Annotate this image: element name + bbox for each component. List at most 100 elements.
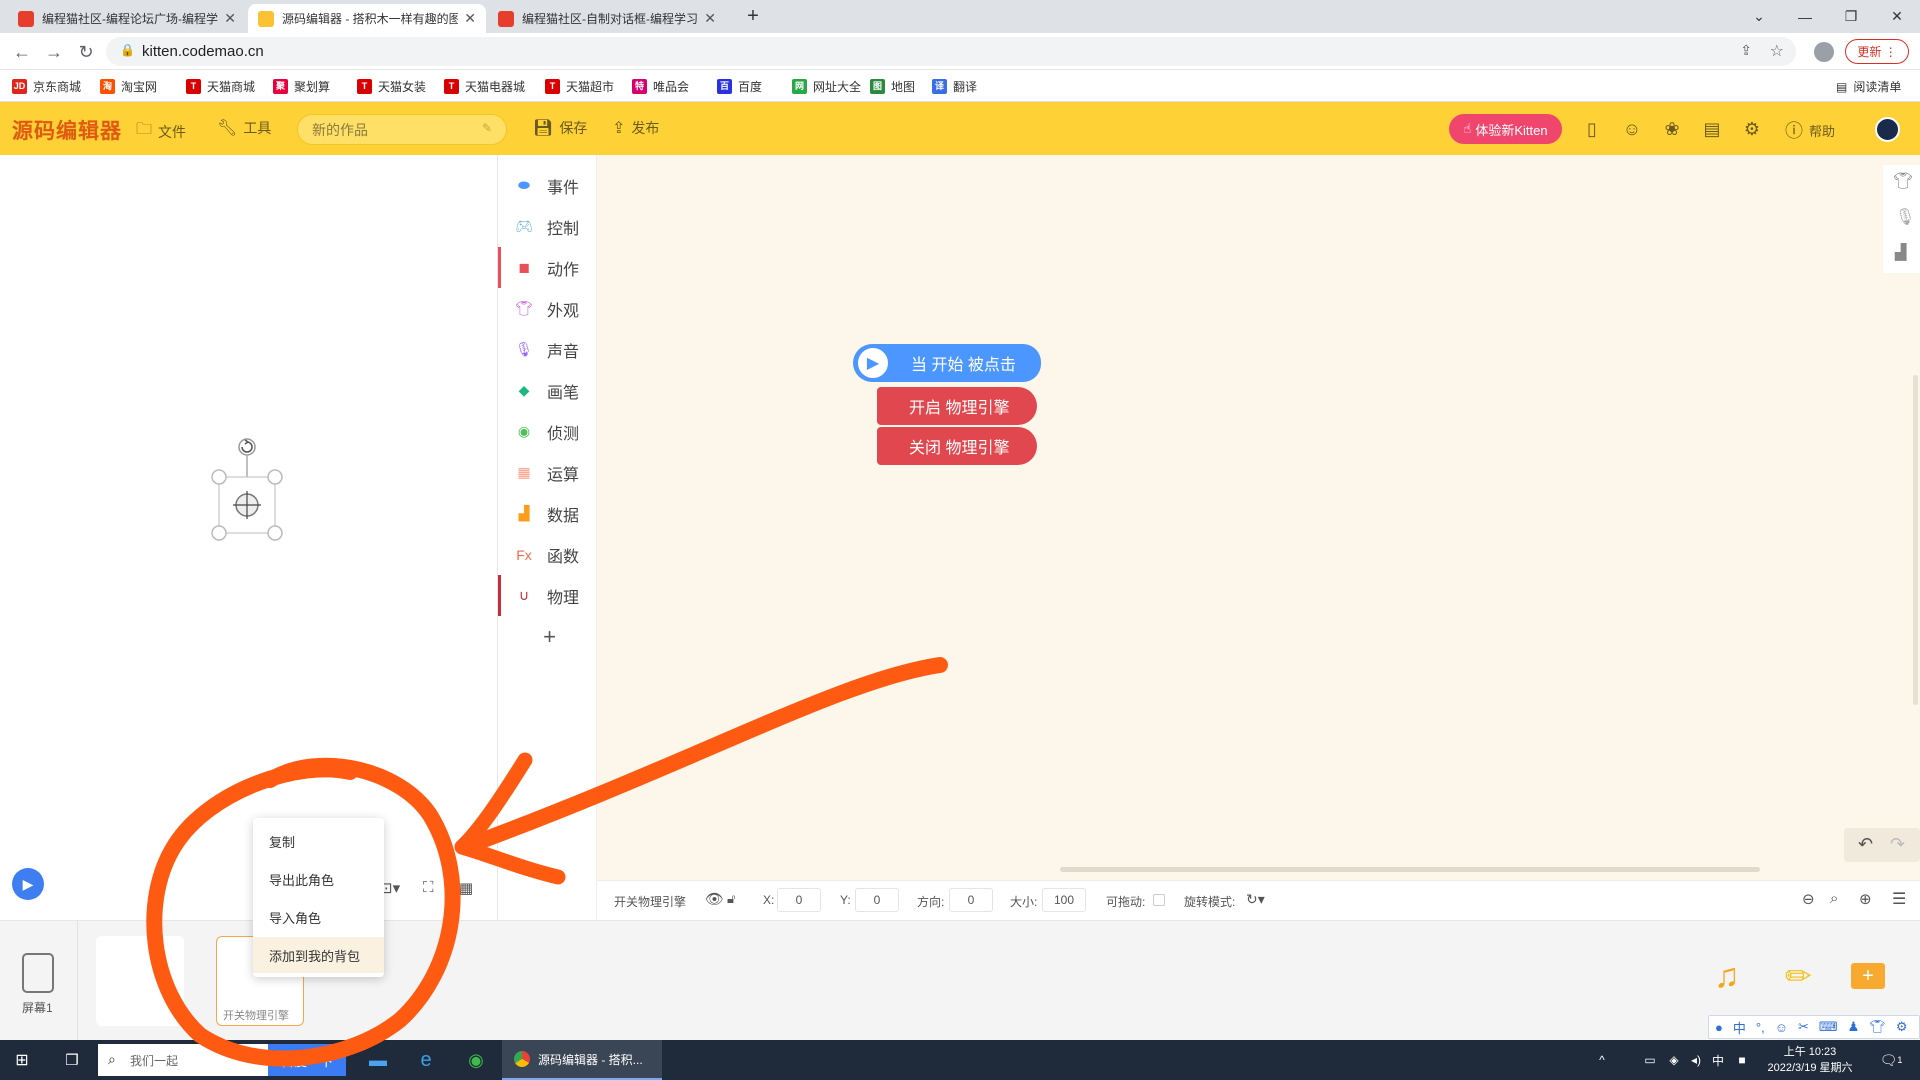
size-input[interactable]: 100 — [1042, 888, 1086, 912]
tab-search-icon[interactable]: ⌄ — [1736, 0, 1782, 33]
run-play-button[interactable]: ▶ — [12, 868, 44, 900]
category-3[interactable]: 👕︎ 外观 — [498, 288, 598, 329]
context-menu-item-3[interactable]: 添加到我的背包 — [253, 937, 384, 973]
speaker-icon[interactable]: ◂) — [1686, 1040, 1706, 1080]
back-arrow-icon[interactable]: ← — [10, 40, 34, 64]
bookmark-1[interactable]: 淘淘宝网 — [100, 78, 157, 95]
robot-icon[interactable]: ☺ — [1620, 117, 1644, 141]
category-6[interactable]: ◉ 侦测 — [498, 411, 598, 452]
new-tab-button[interactable]: + — [730, 0, 776, 33]
fullscreen-icon[interactable]: ⛶ — [423, 879, 434, 896]
network-icon[interactable]: ▭ — [1640, 1040, 1660, 1080]
add-folder-icon[interactable]: + — [1851, 963, 1885, 989]
close-icon[interactable]: ✕ — [224, 10, 236, 27]
redo-icon[interactable]: ↷ — [1890, 834, 1905, 855]
category-1[interactable]: 🎮︎ 控制 — [498, 206, 598, 247]
close-icon[interactable]: ✕ — [464, 10, 476, 27]
forward-arrow-icon[interactable]: → — [42, 40, 66, 64]
category-10[interactable]: ∪ 物理 — [498, 575, 598, 616]
gear-icon[interactable]: ⚙ — [1740, 117, 1764, 141]
bookmark-3[interactable]: 聚聚划算 — [273, 78, 330, 95]
ie-browser-icon[interactable]: e — [404, 1040, 448, 1080]
sprite-card-empty[interactable] — [96, 936, 184, 1026]
url-input[interactable]: 🔒 kitten.codemao.cn ⇪ ☆ — [106, 37, 1796, 66]
music-note-icon[interactable]: ♫ — [1714, 957, 1740, 996]
enable-physics-block[interactable]: 开启 物理引擎 — [877, 387, 1037, 425]
screen-tablet-icon[interactable] — [22, 953, 54, 993]
sogou-tray-icon[interactable]: ■ — [1732, 1040, 1752, 1080]
help-button[interactable]: ⓘ 帮助 — [1785, 117, 1835, 143]
visibility-eye-icon[interactable]: 👁︎ — [705, 890, 724, 908]
category-9[interactable]: Fx 函数 — [498, 534, 598, 575]
window-close-button[interactable]: ✕ — [1874, 0, 1920, 33]
save-button[interactable]: 💾︎ 保存 — [533, 118, 587, 138]
horizontal-scrollbar[interactable] — [1060, 867, 1760, 872]
minimize-button[interactable]: — — [1782, 0, 1828, 33]
zoom-reset-icon[interactable]: ⌕ — [1830, 890, 1838, 907]
bookmark-5[interactable]: T 天猫电器城 — [444, 78, 525, 95]
shield-icon[interactable]: ◈ — [1664, 1040, 1684, 1080]
baidu-search-button[interactable]: 百度一下 — [268, 1044, 346, 1076]
menu-lines-icon[interactable]: ☰ — [1892, 889, 1906, 909]
grid-icon[interactable]: ▦ — [459, 879, 473, 897]
sound-mic-icon[interactable]: 🎙︎ — [1895, 207, 1915, 227]
disable-physics-block[interactable]: 关闭 物理引擎 — [877, 427, 1037, 465]
lock-icon[interactable]: 🔓︎ — [727, 891, 735, 907]
zoom-in-icon[interactable]: ⊕ — [1859, 890, 1872, 908]
taskbar-search-input[interactable]: ⌕ 我们一起 — [98, 1044, 268, 1076]
profile-avatar-icon[interactable] — [1812, 40, 1836, 64]
costume-shirt-icon[interactable]: 👕︎ — [1893, 171, 1913, 191]
category-2[interactable]: ◼ 动作 — [498, 247, 598, 288]
bookmark-8[interactable]: 百百度 — [717, 78, 762, 95]
community-icon[interactable]: ❀ — [1660, 117, 1684, 141]
share-icon[interactable]: ⇪ — [1740, 42, 1752, 59]
task-view-icon[interactable]: ❒ — [50, 1040, 94, 1080]
close-icon[interactable]: ✕ — [704, 10, 716, 27]
app-logo[interactable]: 源码编辑器 — [12, 115, 122, 145]
undo-icon[interactable]: ↶ — [1858, 834, 1873, 855]
bookmark-9[interactable]: 网网址大全 — [792, 78, 861, 95]
bookmark-7[interactable]: 特唯品会 — [632, 78, 689, 95]
calendar-icon[interactable]: ▤ — [1700, 117, 1724, 141]
file-explorer-icon[interactable]: ▬ — [356, 1040, 400, 1080]
sprite-transform-handles[interactable] — [207, 435, 287, 550]
rotation-mode-dropdown[interactable]: ↻▾ — [1246, 891, 1265, 908]
file-menu-button[interactable]: 🗀 文件 — [136, 118, 186, 145]
x-input[interactable]: 0 — [777, 888, 821, 912]
code-workspace[interactable]: ▶ 当 开始 被点击 开启 物理引擎 关闭 物理引擎 👕︎ 🎙︎ ▟ ↶ ↷ — [597, 155, 1920, 880]
bookmark-11[interactable]: 译翻译 — [932, 78, 977, 95]
bookmark-4[interactable]: T 天猫女装 — [357, 78, 426, 95]
stage-area[interactable]: ▶ ⊡▾ ⛶ ▦ — [0, 155, 497, 920]
reload-icon[interactable]: ↻ — [74, 40, 98, 64]
zoom-out-icon[interactable]: ⊖ — [1802, 890, 1815, 908]
category-5[interactable]: ◆ 画笔 — [498, 370, 598, 411]
pencil-paint-icon[interactable]: ✏ — [1785, 957, 1812, 995]
user-avatar[interactable] — [1875, 117, 1900, 142]
direction-input[interactable]: 0 — [949, 888, 993, 912]
context-menu-item-1[interactable]: 导出此角色 — [253, 861, 384, 897]
category-4[interactable]: 🎙︎ 声音 — [498, 329, 598, 370]
windows-start-icon[interactable]: ⊞ — [0, 1040, 44, 1080]
update-button[interactable]: 更新 ⋮ — [1845, 39, 1909, 64]
vertical-scrollbar[interactable] — [1913, 375, 1918, 705]
tools-menu-button[interactable]: 🔧︎ 工具 — [217, 118, 271, 138]
tray-ime-indicator[interactable]: 中 — [1708, 1040, 1728, 1080]
try-new-kitten-button[interactable]: ☝ 体验新Kitten — [1449, 114, 1562, 144]
browser-tab-2[interactable]: 编程猫社区-自制对话框-编程学习 ✕ — [488, 4, 726, 33]
bookmark-star-icon[interactable]: ☆ — [1770, 41, 1784, 61]
publish-button[interactable]: ⇪ 发布 — [612, 118, 659, 138]
bookmark-2[interactable]: T 天猫商城 — [186, 78, 255, 95]
browser-tab-1[interactable]: 源码编辑器 - 搭积木一样有趣的图 ✕ — [248, 4, 486, 33]
notification-center-icon[interactable]: 🗨︎ 1 — [1876, 1040, 1906, 1080]
restore-button[interactable]: ❐ — [1828, 0, 1874, 33]
ime-toolbar[interactable]: ● 中 °, ☺ ✂ ⌨ ♟ 👕︎ ⚙ — [1708, 1015, 1920, 1039]
clock[interactable]: 上午 10:23 2022/3/19 星期六 — [1760, 1044, 1860, 1076]
category-8[interactable]: ▟ 数据 — [498, 493, 598, 534]
bookmark-6[interactable]: T 天猫超市 — [545, 78, 614, 95]
project-name-input[interactable]: 新的作品 ✎ — [297, 114, 507, 145]
bookmark-0[interactable]: JD 京东商城 — [12, 78, 81, 95]
chrome-taskbar-item[interactable]: 源码编辑器 - 搭积... — [502, 1040, 662, 1080]
category-7[interactable]: ▦ 运算 — [498, 452, 598, 493]
draggable-checkbox[interactable] — [1153, 894, 1165, 906]
data-chart-icon[interactable]: ▟ — [1895, 243, 1907, 261]
